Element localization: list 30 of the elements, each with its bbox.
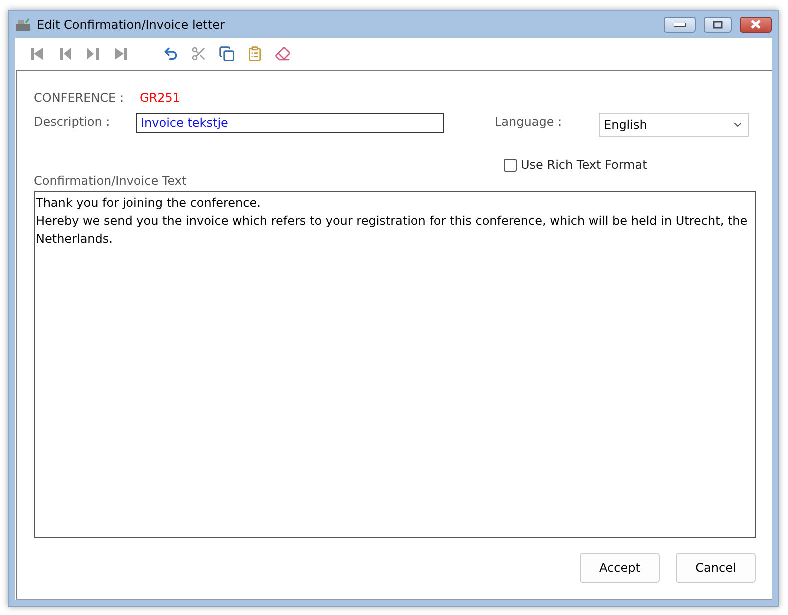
- next-icon: [85, 46, 101, 62]
- last-icon: [113, 46, 129, 62]
- cash-register-icon: [15, 18, 31, 32]
- conference-label: CONFERENCE :: [34, 91, 125, 105]
- first-icon: [29, 46, 45, 62]
- previous-icon: [57, 46, 73, 62]
- minimize-button[interactable]: [664, 16, 696, 32]
- eraser-icon: [275, 46, 291, 62]
- checkbox[interactable]: [504, 158, 517, 172]
- close-button[interactable]: [740, 16, 772, 32]
- conference-code: GR251: [140, 91, 181, 105]
- minimize-icon: [674, 22, 686, 26]
- copy-icon: [219, 46, 235, 62]
- text-line: Thank you for joining the conference.: [36, 195, 262, 212]
- cancel-button[interactable]: Cancel: [676, 553, 756, 583]
- clipboard-icon: [247, 46, 263, 62]
- description-field[interactable]: Invoice tekstje: [136, 113, 444, 133]
- language-label: Language :: [495, 115, 564, 129]
- undo-icon: [163, 46, 179, 62]
- maximize-icon: [713, 20, 723, 28]
- text-area-label: Confirmation/Invoice Text: [34, 174, 188, 188]
- text-line: Hereby we send you the invoice which refers to your registration for this conference, which will be held in Utrecht, the Netherlands.: [36, 213, 749, 248]
- language-dropdown[interactable]: English: [599, 113, 749, 137]
- maximize-button[interactable]: [704, 16, 732, 32]
- scissors-icon: [191, 46, 207, 62]
- window-title: Edit Confirmation/Invoice letter: [37, 18, 226, 32]
- accept-button[interactable]: Accept: [580, 553, 660, 583]
- description-label: Description :: [34, 115, 112, 129]
- invoice-text-area[interactable]: Thank you for joining the conference. Hereby we send you the invoice which refers to your registration for this conference, which will be held in Utrecht, the Netherlands.: [34, 191, 756, 538]
- close-icon: [750, 20, 762, 29]
